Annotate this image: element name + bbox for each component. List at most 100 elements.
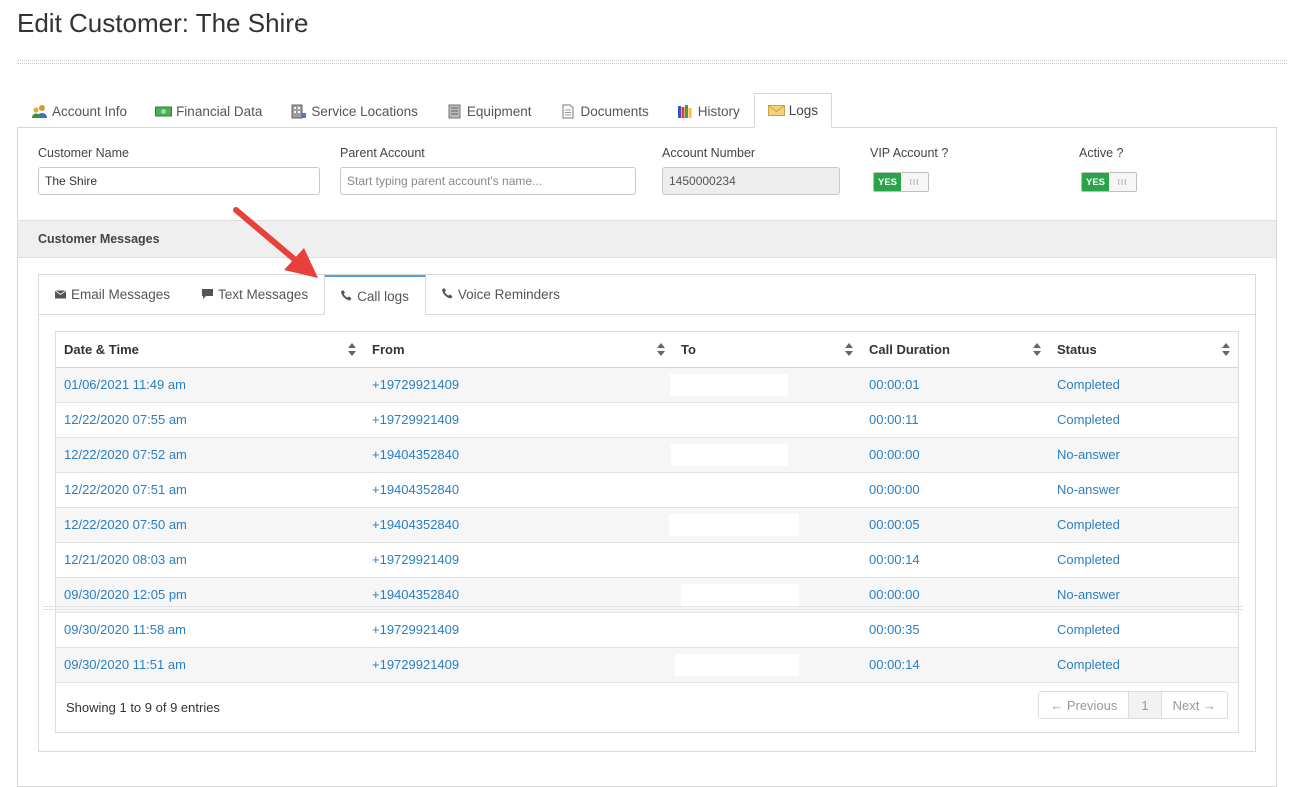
cell-to[interactable] [669,507,861,543]
cell-status[interactable]: Completed [1049,402,1238,438]
tab-voice-reminders[interactable]: Voice Reminders [426,275,576,314]
column-header-from[interactable]: From [364,332,673,368]
cell-datetime[interactable]: 09/30/2020 11:58 am [56,612,364,648]
active-toggle[interactable]: YES III [1081,172,1137,192]
cell-status[interactable]: No-answer [1049,437,1238,473]
table-row[interactable]: 09/30/2020 11:58 am +19729921409 00:00:3… [56,612,1238,648]
customer-name-label: Customer Name [38,146,129,160]
table-row[interactable]: 09/30/2020 11:51 am +19729921409 00:00:1… [56,647,1238,683]
tab-label: Documents [580,103,649,119]
cell-status[interactable]: Completed [1049,367,1238,403]
sort-icon[interactable] [845,343,853,356]
sort-icon[interactable] [657,343,665,356]
cell-status[interactable]: Completed [1049,542,1238,578]
tab-label: Financial Data [176,103,263,119]
table-row[interactable]: 12/21/2020 08:03 am +19729921409 00:00:1… [56,542,1238,578]
tab-label: Service Locations [311,103,418,119]
tab-documents[interactable]: Documents [545,93,662,128]
cell-duration[interactable]: 00:00:05 [861,507,1049,543]
parent-account-input[interactable] [340,167,636,195]
panel-bottom-border [43,606,1243,610]
cell-duration[interactable]: 00:00:14 [861,647,1049,683]
sort-icon[interactable] [1222,343,1230,356]
toggle-handle: III [909,177,920,187]
cell-from[interactable]: +19729921409 [364,367,673,403]
cell-status[interactable]: No-answer [1049,472,1238,508]
cell-from[interactable]: +19729921409 [364,612,673,648]
cell-duration[interactable]: 00:00:01 [861,367,1049,403]
cell-from[interactable]: +19404352840 [364,472,673,508]
cell-from[interactable]: +19729921409 [364,542,673,578]
column-header-to[interactable]: To [673,332,861,368]
sort-icon[interactable] [348,343,356,356]
table-footer: Showing 1 to 9 of 9 entries ← Previous 1… [56,682,1238,732]
main-tabs: Account Info Financial Data Service Loca… [17,93,1277,128]
users-icon [31,104,48,119]
table-row[interactable]: 01/06/2021 11:49 am +19729921409 00:00:0… [56,367,1238,403]
vip-account-toggle[interactable]: YES III [873,172,929,192]
cell-datetime[interactable]: 12/21/2020 08:03 am [56,542,364,578]
column-header-status[interactable]: Status [1049,332,1238,368]
cell-datetime[interactable]: 12/22/2020 07:51 am [56,472,364,508]
toggle-yes-label: YES [1082,173,1109,191]
previous-page-button[interactable]: ← Previous [1039,692,1129,718]
annotation-arrow-icon [233,207,318,278]
call-logs-table: Date & Time From To Call Duration Status… [56,332,1238,683]
title-edit-caret [298,16,299,34]
account-number-input [662,167,840,195]
cell-to[interactable] [673,402,861,438]
tab-email-messages[interactable]: Email Messages [39,275,186,314]
cell-status[interactable]: Completed [1049,647,1238,683]
title-divider [17,60,1287,64]
column-header-date-time[interactable]: Date & Time [56,332,364,368]
cell-to[interactable] [673,542,861,578]
envelope-icon [767,103,785,118]
cell-datetime[interactable]: 09/30/2020 11:51 am [56,647,364,683]
table-row[interactable]: 12/22/2020 07:50 am +19404352840 00:00:0… [56,507,1238,543]
cell-datetime[interactable]: 12/22/2020 07:50 am [56,507,364,543]
server-icon [446,104,463,119]
column-header-call-duration[interactable]: Call Duration [861,332,1049,368]
table-row[interactable]: 12/22/2020 07:52 am +19404352840 00:00:0… [56,437,1238,473]
table-row[interactable]: 12/22/2020 07:55 am +19729921409 00:00:1… [56,402,1238,438]
tab-financial-data[interactable]: Financial Data [141,93,276,128]
cell-duration[interactable]: 00:00:00 [861,472,1049,508]
cell-to[interactable] [673,647,861,683]
pagination: ← Previous 1 Next → [1038,691,1228,719]
cell-duration[interactable]: 00:00:11 [861,402,1049,438]
tab-logs[interactable]: Logs [753,93,833,128]
cell-datetime[interactable]: 12/22/2020 07:55 am [56,402,364,438]
customer-name-input[interactable] [38,167,320,195]
page-1-button[interactable]: 1 [1128,692,1161,718]
tab-service-locations[interactable]: Service Locations [276,93,432,128]
next-page-button[interactable]: Next → [1160,692,1227,718]
tab-label: Email Messages [71,287,171,302]
account-number-label: Account Number [662,146,756,160]
cell-from[interactable]: +19729921409 [364,402,673,438]
table-row[interactable]: 12/22/2020 07:51 am +19404352840 00:00:0… [56,472,1238,508]
toggle-yes-label: YES [874,173,901,191]
cell-datetime[interactable]: 01/06/2021 11:49 am [56,367,364,403]
cell-duration[interactable]: 00:00:00 [861,437,1049,473]
sort-icon[interactable] [1033,343,1041,356]
tab-label: Text Messages [218,287,309,302]
tab-history[interactable]: History [663,93,754,128]
cell-to[interactable] [673,472,861,508]
redacted-block [675,653,799,676]
cell-status[interactable]: Completed [1049,507,1238,543]
cell-to[interactable] [673,612,861,648]
tab-call-logs[interactable]: Call logs [324,275,426,315]
cell-from[interactable]: +19404352840 [364,437,673,473]
cell-duration[interactable]: 00:00:14 [861,542,1049,578]
tab-account-info[interactable]: Account Info [17,93,141,128]
entries-info: Showing 1 to 9 of 9 entries [66,700,220,715]
cell-from[interactable]: +19404352840 [364,507,673,543]
cell-status[interactable]: Completed [1049,612,1238,648]
cell-duration[interactable]: 00:00:35 [861,612,1049,648]
cell-to[interactable] [670,367,861,403]
cell-to[interactable] [671,437,861,473]
cell-datetime[interactable]: 12/22/2020 07:52 am [56,437,364,473]
tab-equipment[interactable]: Equipment [432,93,546,128]
cell-from[interactable]: +19729921409 [364,647,673,683]
tab-label: Account Info [52,103,128,119]
